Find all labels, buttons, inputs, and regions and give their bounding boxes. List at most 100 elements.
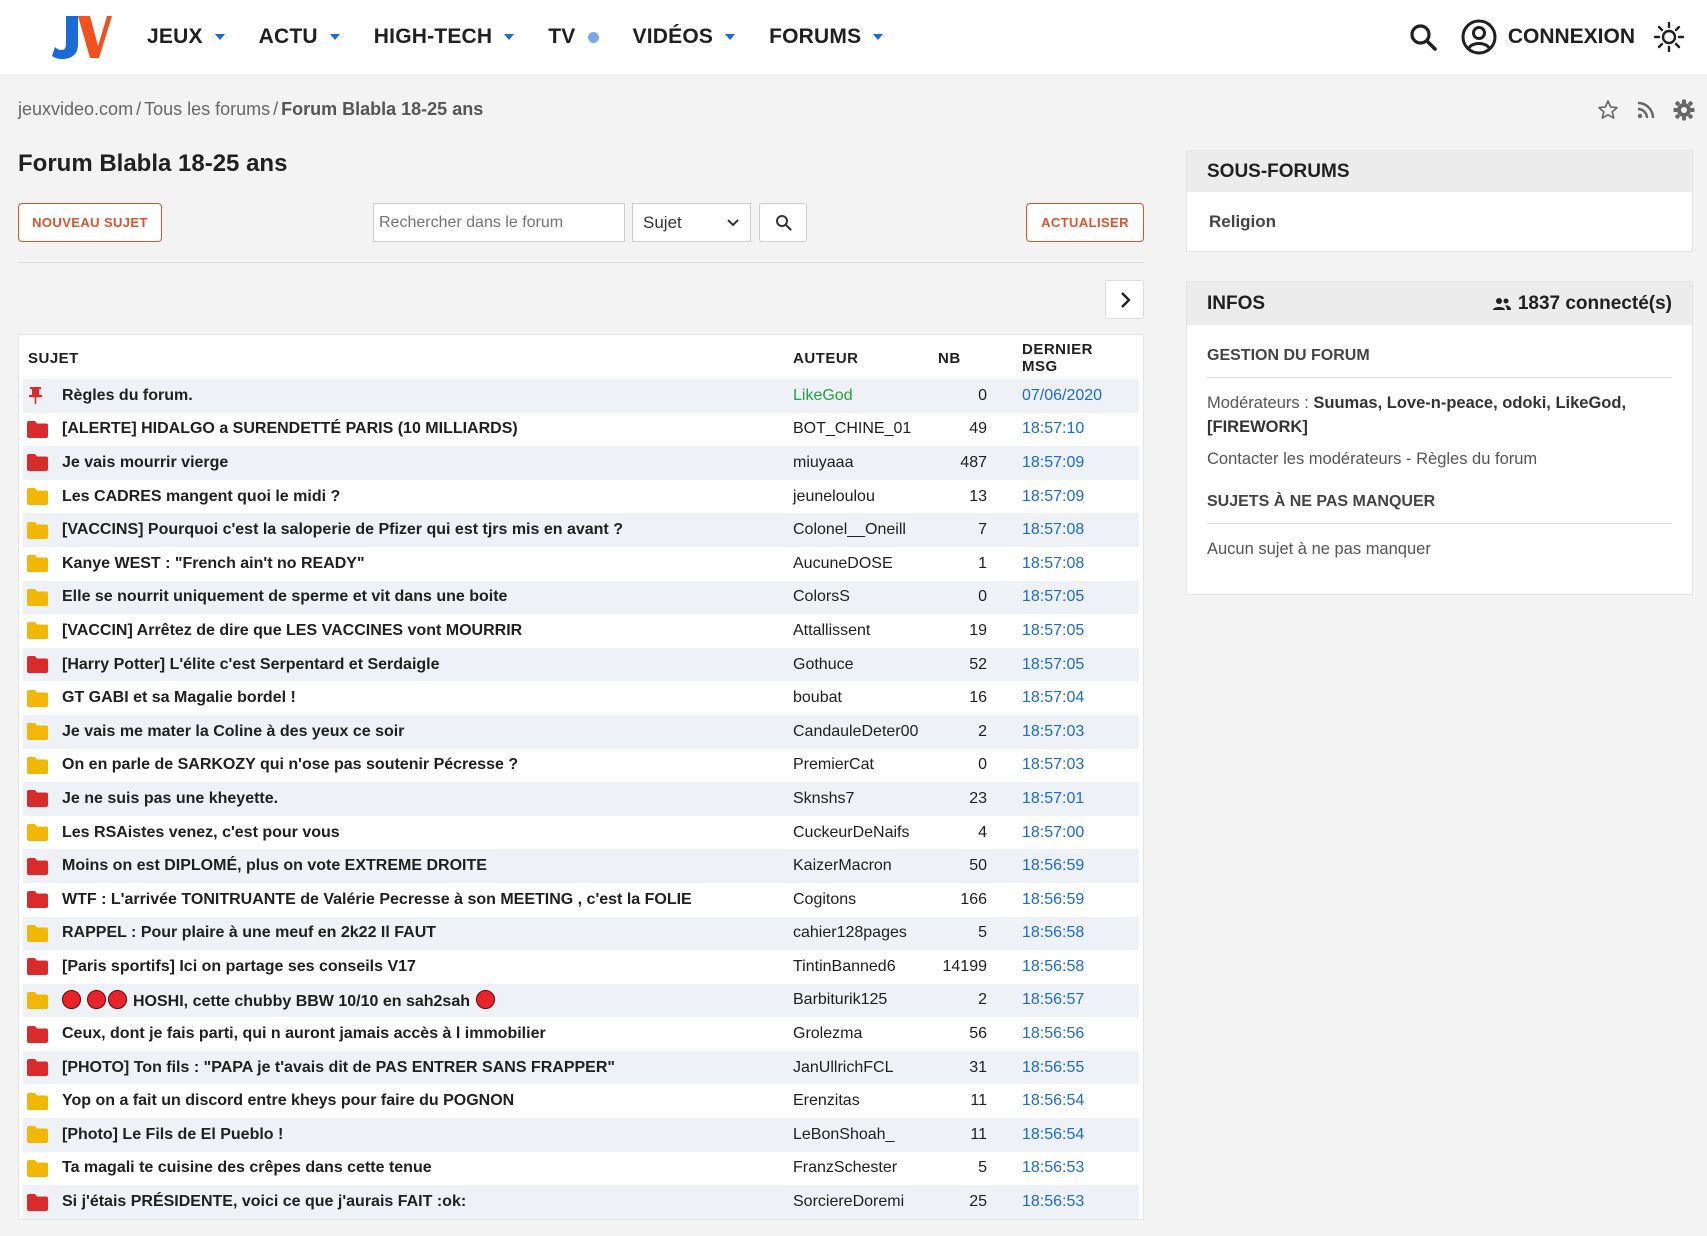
cell-last-message[interactable]: 18:57:05: [993, 656, 1133, 674]
cell-last-message[interactable]: 18:57:09: [993, 454, 1133, 472]
topic-link[interactable]: [VACCINS] Pourquoi c'est la saloperie de…: [62, 521, 623, 539]
rss-icon[interactable]: [1635, 99, 1657, 121]
cell-last-message[interactable]: 18:57:03: [993, 723, 1133, 741]
cell-last-message[interactable]: 18:57:09: [993, 488, 1133, 506]
cell-author[interactable]: FranzSchester: [788, 1159, 938, 1177]
topic-link[interactable]: Je vais me mater la Coline à des yeux ce…: [62, 723, 404, 741]
sun-icon[interactable]: [1653, 21, 1685, 53]
cell-author[interactable]: Barbiturik125: [788, 991, 938, 1009]
forum-search-input[interactable]: [373, 203, 625, 242]
cell-author[interactable]: SorciereDoremi: [788, 1193, 938, 1211]
cell-author[interactable]: miuyaaa: [788, 454, 938, 472]
gear-icon[interactable]: [1673, 99, 1695, 121]
cell-last-message[interactable]: 18:56:53: [993, 1193, 1133, 1211]
topic-link[interactable]: Les CADRES mangent quoi le midi ?: [62, 488, 340, 506]
nav-item-tv[interactable]: TV: [548, 25, 599, 49]
topic-link[interactable]: [Harry Potter] L'élite c'est Serpentard …: [62, 656, 440, 674]
cell-last-message[interactable]: 18:57:00: [993, 824, 1133, 842]
search-button[interactable]: [759, 203, 807, 242]
topic-link[interactable]: Moins on est DIPLOMÉ, plus on vote EXTRE…: [62, 857, 487, 875]
cell-last-message[interactable]: 18:57:10: [993, 420, 1133, 438]
breadcrumb-home[interactable]: jeuxvideo.com: [18, 99, 133, 119]
topic-link[interactable]: RAPPEL : Pour plaire à une meuf en 2k22 …: [62, 924, 436, 942]
cell-author[interactable]: Grolezma: [788, 1025, 938, 1043]
cell-author[interactable]: Attallissent: [788, 622, 938, 640]
cell-last-message[interactable]: 18:57:04: [993, 689, 1133, 707]
topic-link[interactable]: [PHOTO] Ton fils : "PAPA je t'avais dit …: [62, 1059, 615, 1077]
cell-last-message[interactable]: 18:57:08: [993, 521, 1133, 539]
cell-last-message[interactable]: 18:56:59: [993, 857, 1133, 875]
cell-author[interactable]: LikeGod: [788, 387, 938, 405]
cell-last-message[interactable]: 18:56:54: [993, 1092, 1133, 1110]
cell-author[interactable]: ColorsS: [788, 588, 938, 606]
nav-item-actu[interactable]: ACTU: [259, 25, 340, 49]
cell-author[interactable]: BOT_CHINE_01: [788, 420, 938, 438]
topic-link[interactable]: On en parle de SARKOZY qui n'ose pas sou…: [62, 756, 518, 774]
topic-link[interactable]: [Photo] Le Fils de El Pueblo !: [62, 1126, 283, 1144]
cell-author[interactable]: PremierCat: [788, 756, 938, 774]
contact-moderators-link[interactable]: Contacter les modérateurs: [1207, 450, 1401, 468]
cell-author[interactable]: CuckeurDeNaifs: [788, 824, 938, 842]
cell-author[interactable]: CandauleDeter00: [788, 723, 938, 741]
cell-last-message[interactable]: 18:56:58: [993, 924, 1133, 942]
cell-author[interactable]: Cogitons: [788, 891, 938, 909]
nav-item-vid-os[interactable]: VIDÉOS: [633, 25, 736, 49]
topic-link[interactable]: Les RSAistes venez, c'est pour vous: [62, 824, 340, 842]
topic-link[interactable]: [VACCIN] Arrêtez de dire que LES VACCINE…: [62, 622, 522, 640]
star-icon[interactable]: [1597, 99, 1619, 121]
cell-last-message[interactable]: 18:56:56: [993, 1025, 1133, 1043]
cell-author[interactable]: LeBonShoah_: [788, 1126, 938, 1144]
cell-author[interactable]: Colonel__Oneill: [788, 521, 938, 539]
cell-author[interactable]: KaizerMacron: [788, 857, 938, 875]
topic-link[interactable]: Je ne suis pas une kheyette.: [62, 790, 278, 808]
user-icon[interactable]: [1460, 18, 1498, 56]
breadcrumb-all-forums[interactable]: Tous les forums: [144, 99, 270, 119]
nav-item-jeux[interactable]: JEUX: [147, 25, 225, 49]
forum-rules-link[interactable]: Règles du forum: [1416, 450, 1537, 468]
cell-last-message[interactable]: 18:56:58: [993, 958, 1133, 976]
subforum-link[interactable]: Religion: [1187, 192, 1692, 252]
refresh-button[interactable]: ACTUALISER: [1026, 203, 1144, 242]
cell-author[interactable]: Erenzitas: [788, 1092, 938, 1110]
topic-link[interactable]: HOSHI, cette chubby BBW 10/10 en sah2sah: [62, 989, 497, 1011]
topic-link[interactable]: Kanye WEST : "French ain't no READY": [62, 555, 365, 573]
search-icon[interactable]: [1408, 22, 1438, 52]
cell-last-message[interactable]: 18:56:59: [993, 891, 1133, 909]
search-mode-select[interactable]: Sujet: [632, 203, 751, 242]
cell-author[interactable]: Sknshs7: [788, 790, 938, 808]
nav-item-forums[interactable]: FORUMS: [769, 25, 884, 49]
next-page-button[interactable]: [1105, 280, 1144, 319]
new-topic-button[interactable]: NOUVEAU SUJET: [18, 203, 162, 242]
cell-author[interactable]: Gothuce: [788, 656, 938, 674]
login-link[interactable]: CONNEXION: [1508, 25, 1635, 49]
cell-last-message[interactable]: 18:56:57: [993, 991, 1133, 1009]
topic-link[interactable]: Ta magali te cuisine des crêpes dans cet…: [62, 1159, 432, 1177]
cell-author[interactable]: JanUllrichFCL: [788, 1059, 938, 1077]
cell-last-message[interactable]: 18:57:08: [993, 555, 1133, 573]
nav-item-high-tech[interactable]: HIGH-TECH: [374, 25, 515, 49]
topic-link[interactable]: Règles du forum.: [62, 387, 193, 405]
topic-link[interactable]: Yop on a fait un discord entre kheys pou…: [62, 1092, 514, 1110]
cell-last-message[interactable]: 07/06/2020: [993, 387, 1133, 405]
cell-last-message[interactable]: 18:56:54: [993, 1126, 1133, 1144]
cell-last-message[interactable]: 18:57:03: [993, 756, 1133, 774]
jv-logo[interactable]: [52, 14, 112, 60]
topic-link[interactable]: Ceux, dont je fais parti, qui n auront j…: [62, 1025, 546, 1043]
topic-link[interactable]: WTF : L'arrivée TONITRUANTE de Valérie P…: [62, 891, 692, 909]
cell-author[interactable]: cahier128pages: [788, 924, 938, 942]
topic-link[interactable]: [Paris sportifs] Ici on partage ses cons…: [62, 958, 416, 976]
cell-last-message[interactable]: 18:57:01: [993, 790, 1133, 808]
cell-author[interactable]: TintinBanned6: [788, 958, 938, 976]
cell-author[interactable]: jeuneloulou: [788, 488, 938, 506]
cell-last-message[interactable]: 18:57:05: [993, 588, 1133, 606]
topic-link[interactable]: GT GABI et sa Magalie bordel !: [62, 689, 296, 707]
topic-link[interactable]: Si j'étais PRÉSIDENTE, voici ce que j'au…: [62, 1193, 466, 1211]
topic-link[interactable]: Elle se nourrit uniquement de sperme et …: [62, 588, 507, 606]
cell-author[interactable]: AucuneDOSE: [788, 555, 938, 573]
topic-link[interactable]: [ALERTE] HIDALGO a SURENDETTÉ PARIS (10 …: [62, 420, 518, 438]
cell-last-message[interactable]: 18:57:05: [993, 622, 1133, 640]
cell-last-message[interactable]: 18:56:53: [993, 1159, 1133, 1177]
cell-author[interactable]: boubat: [788, 689, 938, 707]
topic-link[interactable]: Je vais mourrir vierge: [62, 454, 228, 472]
cell-last-message[interactable]: 18:56:55: [993, 1059, 1133, 1077]
